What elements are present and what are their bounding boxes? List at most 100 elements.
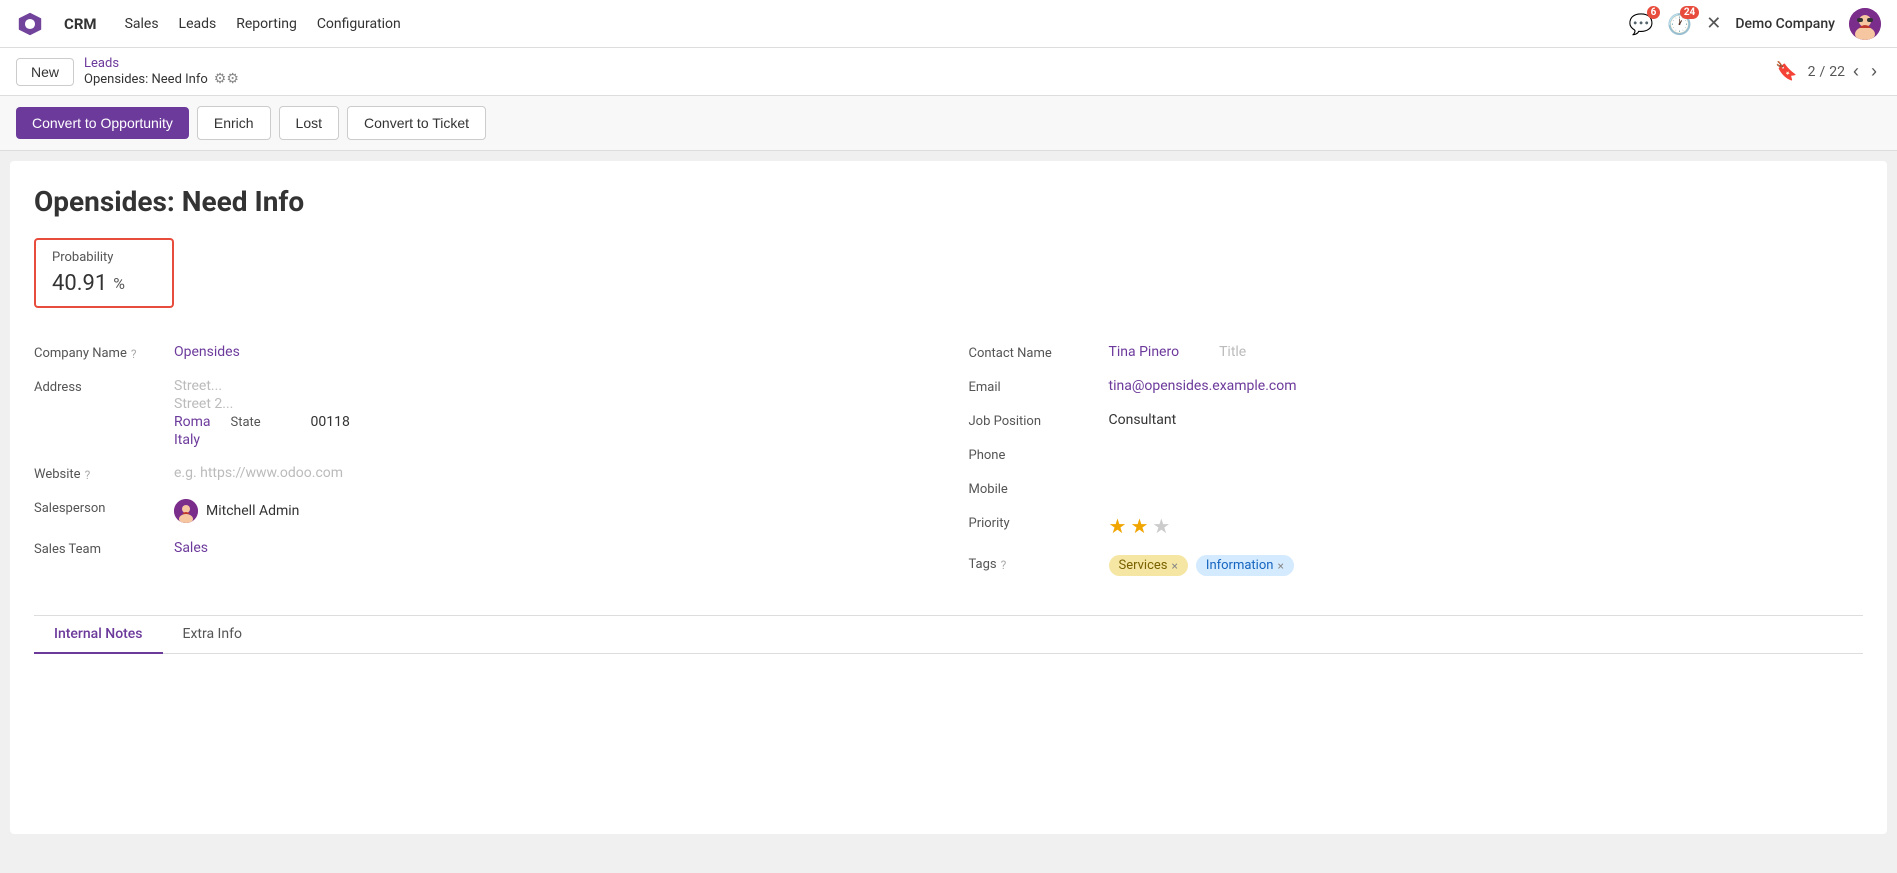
- prev-record-button[interactable]: ‹: [1849, 61, 1863, 82]
- nav-sales[interactable]: Sales: [125, 16, 159, 32]
- salesperson-row: Salesperson Mitchell Admin: [34, 491, 929, 532]
- nav-configuration[interactable]: Configuration: [317, 16, 401, 32]
- contact-name-row: Contact Name Tina Pinero Title: [969, 336, 1864, 370]
- country-field[interactable]: Italy: [174, 432, 350, 448]
- tab-extra-info[interactable]: Extra Info: [163, 616, 262, 654]
- enrich-button[interactable]: Enrich: [197, 106, 271, 140]
- probability-box: Probability 40.91 %: [34, 238, 174, 308]
- page-total: 22: [1829, 64, 1845, 80]
- app-logo[interactable]: [16, 10, 44, 38]
- bottom-tabs: Internal Notes Extra Info: [34, 615, 1863, 654]
- tag-information-label: Information: [1206, 558, 1274, 573]
- job-position-label: Job Position: [969, 412, 1109, 429]
- probability-pct: %: [113, 274, 125, 293]
- tab-list: Internal Notes Extra Info: [34, 616, 1863, 654]
- convert-ticket-button[interactable]: Convert to Ticket: [347, 106, 486, 140]
- salesperson-avatar: [174, 499, 198, 523]
- page-navigation: 2 / 22 ‹ ›: [1808, 61, 1881, 82]
- nav-reporting[interactable]: Reporting: [236, 16, 297, 32]
- priority-label: Priority: [969, 514, 1109, 531]
- top-navigation: CRM Sales Leads Reporting Configuration …: [0, 0, 1897, 48]
- company-name: Demo Company: [1735, 16, 1835, 32]
- street-field[interactable]: Street...: [174, 378, 350, 394]
- salesperson-value: Mitchell Admin: [174, 499, 299, 523]
- user-avatar[interactable]: [1849, 8, 1881, 40]
- current-page-label: Opensides: Need Info ⚙: [84, 71, 239, 87]
- email-label: Email: [969, 378, 1109, 395]
- lost-button[interactable]: Lost: [279, 106, 339, 140]
- breadcrumb-bar: New Leads Opensides: Need Info ⚙ 🔖 2 / 2…: [0, 48, 1897, 96]
- tags-container: Services × Information ×: [1109, 555, 1294, 576]
- zip-field[interactable]: 00118: [311, 414, 350, 430]
- new-button[interactable]: New: [16, 58, 74, 86]
- phone-label: Phone: [969, 446, 1109, 463]
- salesperson-name[interactable]: Mitchell Admin: [206, 503, 299, 519]
- tags-help-icon[interactable]: ?: [1001, 558, 1007, 572]
- tag-services: Services ×: [1109, 555, 1188, 576]
- city-field[interactable]: Roma: [174, 414, 211, 430]
- next-record-button[interactable]: ›: [1867, 61, 1881, 82]
- right-column: Contact Name Tina Pinero Title Email tin…: [969, 336, 1864, 585]
- activity-count: 24: [1680, 6, 1699, 19]
- priority-star-1[interactable]: ★: [1109, 514, 1127, 538]
- avatar-image: [1849, 8, 1881, 40]
- address-group: Street... Street 2... Roma State 00118 I…: [174, 378, 350, 448]
- contact-name-group: Tina Pinero Title: [1109, 344, 1247, 360]
- address-row: Address Street... Street 2... Roma State…: [34, 370, 929, 457]
- mobile-row: Mobile: [969, 472, 1864, 506]
- email-value[interactable]: tina@opensides.example.com: [1109, 378, 1297, 394]
- sales-team-value[interactable]: Sales: [174, 540, 208, 556]
- page-current: 2: [1808, 64, 1816, 80]
- notifications-count: 6: [1647, 6, 1661, 19]
- notifications-button[interactable]: 💬 6: [1628, 12, 1653, 36]
- company-name-row: Company Name ? Opensides: [34, 336, 929, 370]
- main-content: Opensides: Need Info Probability 40.91 %…: [10, 161, 1887, 834]
- odoo-logo-icon: [16, 10, 44, 38]
- probability-label: Probability: [52, 250, 156, 265]
- tag-services-label: Services: [1119, 558, 1168, 573]
- activity-button[interactable]: 🕐 24: [1667, 12, 1692, 36]
- record-settings-icon[interactable]: ⚙: [214, 71, 239, 87]
- app-name[interactable]: CRM: [64, 15, 97, 33]
- phone-row: Phone: [969, 438, 1864, 472]
- state-label: State: [231, 415, 291, 430]
- salesperson-label: Salesperson: [34, 499, 174, 516]
- nav-leads[interactable]: Leads: [179, 16, 217, 32]
- settings-icon[interactable]: ✕: [1706, 13, 1721, 34]
- email-row: Email tina@opensides.example.com: [969, 370, 1864, 404]
- form-section: Company Name ? Opensides Address Street.…: [34, 336, 1863, 585]
- priority-stars[interactable]: ★ ★ ★: [1109, 514, 1171, 538]
- mobile-label: Mobile: [969, 480, 1109, 497]
- left-column: Company Name ? Opensides Address Street.…: [34, 336, 929, 585]
- nav-menu: Sales Leads Reporting Configuration: [125, 16, 401, 32]
- company-name-help-icon[interactable]: ?: [131, 347, 137, 361]
- priority-star-2[interactable]: ★: [1130, 514, 1148, 538]
- tag-information-remove[interactable]: ×: [1277, 559, 1283, 573]
- tag-services-remove[interactable]: ×: [1172, 559, 1178, 573]
- priority-star-3[interactable]: ★: [1152, 514, 1170, 538]
- tag-information: Information ×: [1196, 555, 1294, 576]
- sales-team-row: Sales Team Sales: [34, 532, 929, 566]
- sales-team-label: Sales Team: [34, 540, 174, 557]
- probability-value: 40.91 %: [52, 271, 156, 296]
- breadcrumb-leads-link[interactable]: Leads: [84, 56, 239, 71]
- job-position-value[interactable]: Consultant: [1109, 412, 1177, 428]
- title-field[interactable]: Title: [1219, 344, 1246, 360]
- address-label: Address: [34, 378, 174, 395]
- salesperson-avatar-image: [174, 499, 198, 523]
- convert-opportunity-button[interactable]: Convert to Opportunity: [16, 107, 189, 139]
- contact-name-value[interactable]: Tina Pinero: [1109, 344, 1180, 360]
- street2-field[interactable]: Street 2...: [174, 396, 350, 412]
- website-field[interactable]: e.g. https://www.odoo.com: [174, 465, 343, 481]
- company-name-label: Company Name ?: [34, 344, 174, 361]
- probability-number[interactable]: 40.91: [52, 271, 107, 296]
- tab-internal-notes[interactable]: Internal Notes: [34, 616, 163, 654]
- contact-name-label: Contact Name: [969, 344, 1109, 361]
- breadcrumb: Leads Opensides: Need Info ⚙: [84, 56, 239, 87]
- bookmark-icon[interactable]: 🔖: [1775, 61, 1797, 82]
- topnav-right: 💬 6 🕐 24 ✕ Demo Company: [1628, 8, 1881, 40]
- record-title: Opensides: Need Info: [34, 185, 1863, 218]
- website-help-icon[interactable]: ?: [85, 468, 91, 482]
- priority-row: Priority ★ ★ ★: [969, 506, 1864, 547]
- company-name-value[interactable]: Opensides: [174, 344, 240, 360]
